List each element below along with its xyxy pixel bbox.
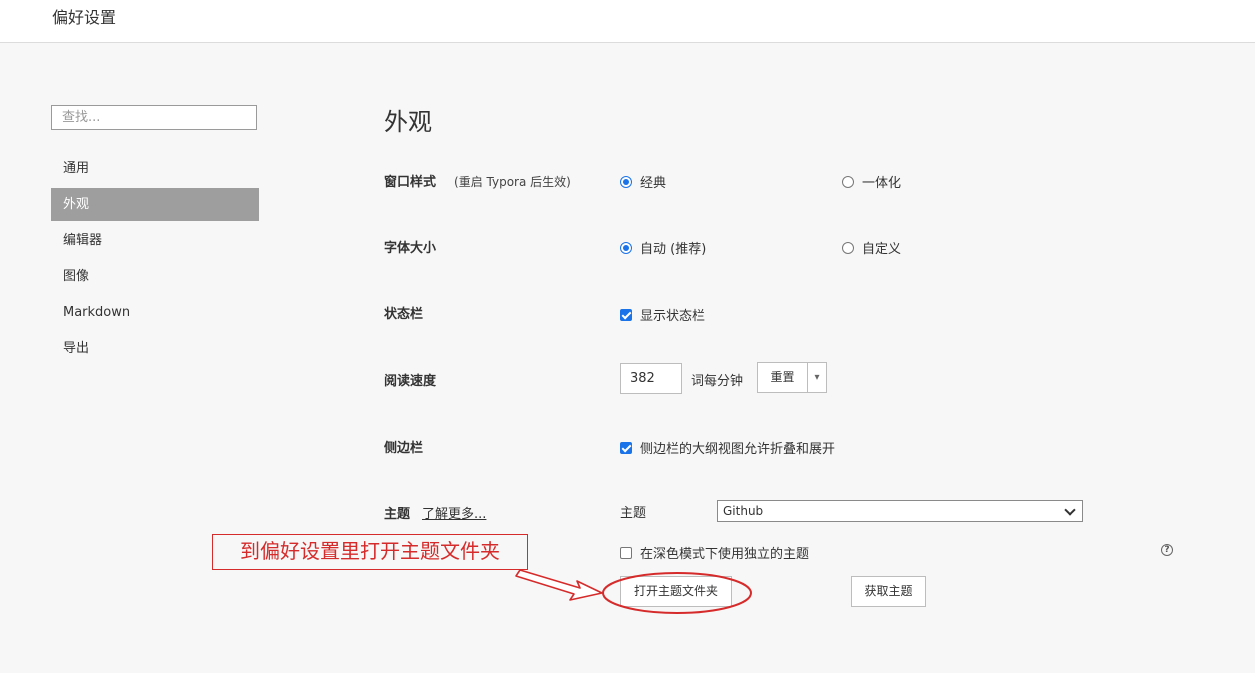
annotation-arrow (515, 569, 603, 601)
radio-classic-indicator[interactable] (620, 175, 632, 188)
sidebar-item-appearance[interactable]: 外观 (51, 188, 259, 221)
sidebar-item-image[interactable]: 图像 (51, 260, 259, 293)
title-bar: 偏好设置 (0, 0, 1255, 43)
radio-auto[interactable]: 自动 (推荐) (620, 238, 706, 257)
status-bar-check-indicator[interactable] (620, 308, 632, 321)
theme-label: 主题 了解更多... (384, 503, 486, 522)
radio-custom-indicator[interactable] (842, 241, 854, 254)
theme-select[interactable]: Github (717, 500, 1083, 522)
reset-dropdown-icon[interactable]: ▾ (807, 362, 827, 393)
outline-collapse-check-indicator[interactable] (620, 441, 632, 454)
theme-label-text: 主题 (384, 507, 411, 522)
status-bar-checkbox[interactable]: 显示状态栏 (620, 305, 705, 324)
open-theme-folder-button[interactable]: 打开主题文件夹 (620, 576, 732, 607)
search-input[interactable] (51, 105, 257, 130)
window-style-note: (重启 Typora 后生效) (454, 175, 571, 189)
sidebar-item-export[interactable]: 导出 (51, 332, 259, 365)
sidebar-item-markdown[interactable]: Markdown (51, 296, 259, 329)
window-title: 偏好设置 (52, 8, 117, 27)
page-title: 外观 (384, 108, 432, 136)
radio-unified[interactable]: 一体化 (842, 172, 901, 191)
radio-classic[interactable]: 经典 (620, 172, 666, 191)
annotation-callout: 到偏好设置里打开主题文件夹 (212, 534, 528, 570)
sidebar-option-label: 侧边栏 (384, 441, 424, 456)
radio-unified-label: 一体化 (862, 176, 902, 191)
window-style-label: 窗口样式 (重启 Typora 后生效) (384, 171, 571, 190)
reading-speed-label: 阅读速度 (384, 374, 437, 389)
radio-classic-label: 经典 (640, 176, 667, 191)
theme-select-value: Github (723, 504, 764, 518)
status-bar-label: 状态栏 (384, 307, 424, 322)
radio-custom-label: 自定义 (862, 242, 902, 257)
outline-collapse-checkbox-label: 侧边栏的大纲视图允许折叠和展开 (640, 442, 836, 457)
chevron-down-icon (1064, 504, 1076, 516)
dark-mode-checkbox-label: 在深色模式下使用独立的主题 (640, 547, 810, 562)
theme-select-label: 主题 (620, 506, 647, 521)
window-style-label-text: 窗口样式 (384, 175, 437, 190)
radio-auto-indicator[interactable] (620, 241, 632, 254)
dark-mode-check-indicator[interactable] (620, 546, 632, 559)
reading-speed-input[interactable]: 382 (620, 363, 682, 394)
sidebar-item-general[interactable]: 通用 (51, 152, 259, 185)
sidebar-item-editor[interactable]: 编辑器 (51, 224, 259, 257)
sidebar-nav: 通用 外观 编辑器 图像 Markdown 导出 (51, 152, 259, 368)
outline-collapse-checkbox[interactable]: 侧边栏的大纲视图允许折叠和展开 (620, 438, 835, 457)
radio-auto-label: 自动 (推荐) (640, 242, 707, 257)
status-bar-checkbox-label: 显示状态栏 (640, 309, 706, 324)
reset-button[interactable]: 重置 (757, 362, 807, 393)
get-themes-button[interactable]: 获取主题 (851, 576, 926, 607)
font-size-label: 字体大小 (384, 241, 437, 256)
radio-custom[interactable]: 自定义 (842, 238, 901, 257)
radio-unified-indicator[interactable] (842, 175, 854, 188)
learn-more-link[interactable]: 了解更多... (422, 507, 486, 522)
help-icon[interactable]: ? (1161, 544, 1173, 556)
reading-speed-unit: 词每分钟 (691, 374, 744, 389)
dark-mode-theme-checkbox[interactable]: 在深色模式下使用独立的主题 (620, 543, 809, 562)
